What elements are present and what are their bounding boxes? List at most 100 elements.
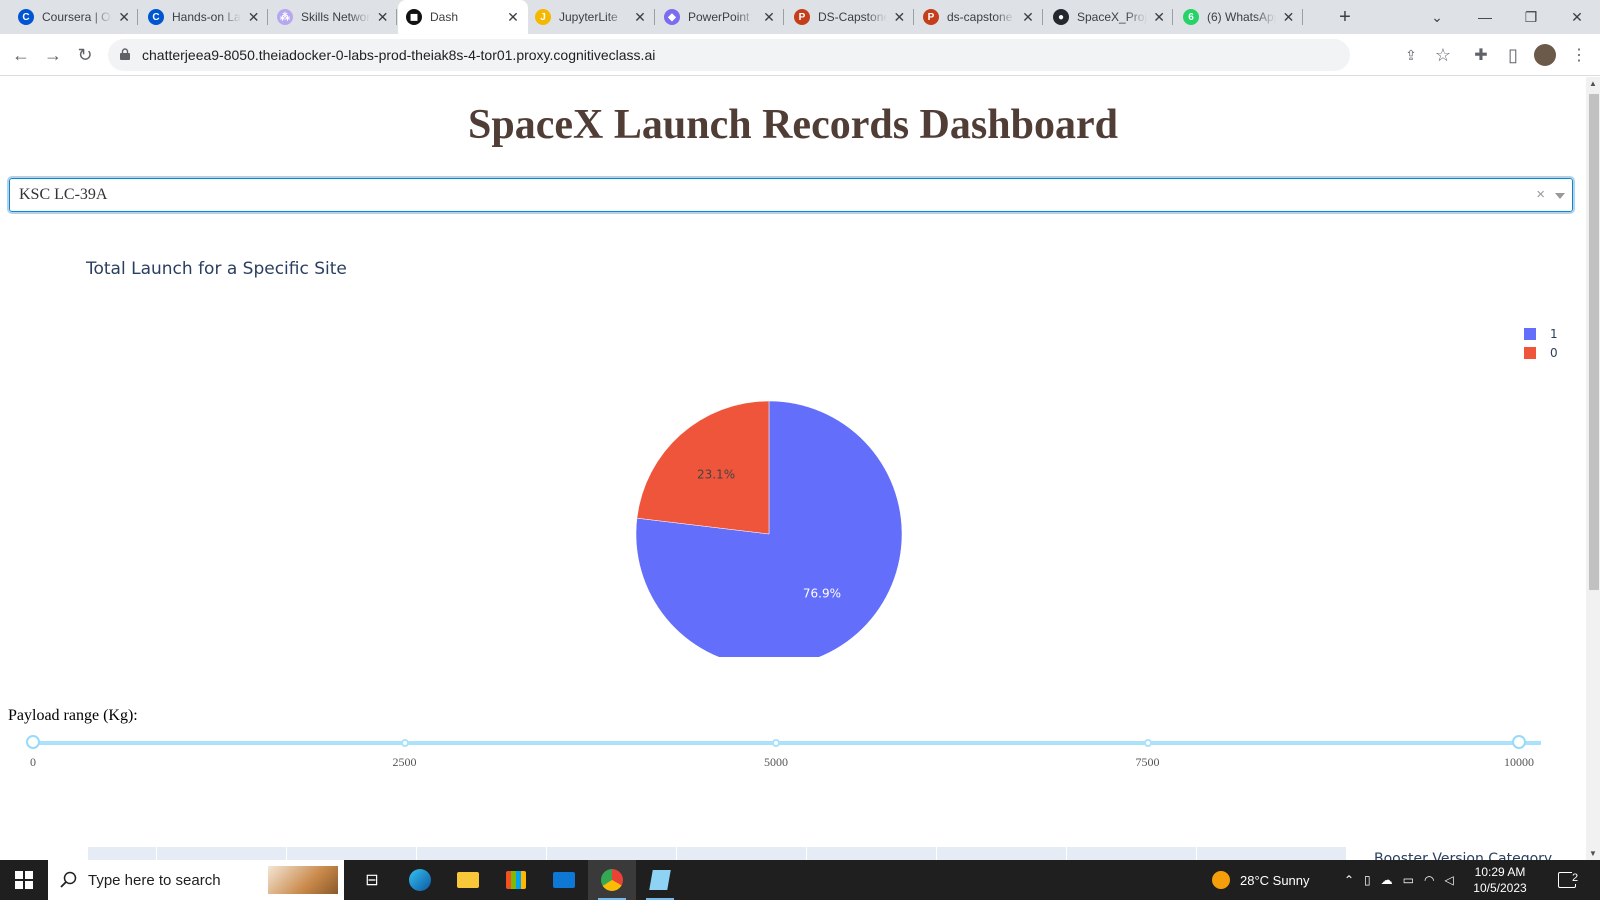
- slider-max-handle[interactable]: [1512, 735, 1526, 749]
- task-view-icon[interactable]: ⊟: [348, 860, 396, 900]
- close-tab-icon[interactable]: ✕: [506, 9, 520, 26]
- browser-tab[interactable]: J JupyterLite ✕: [527, 0, 655, 34]
- extensions-icon[interactable]: ✚: [1468, 42, 1494, 68]
- scatter-gridline: [546, 847, 547, 860]
- close-tab-icon[interactable]: ✕: [1282, 9, 1295, 26]
- browser-tab[interactable]: P DS-Capstone ✕: [786, 0, 914, 34]
- weather-widget[interactable]: 28°C Sunny: [1212, 860, 1310, 900]
- tab-title: (6) WhatsApp: [1207, 10, 1276, 24]
- side-panel-icon[interactable]: ▯: [1500, 42, 1526, 68]
- scrollbar-thumb[interactable]: [1589, 94, 1599, 590]
- windows-logo-icon: [15, 871, 33, 889]
- slider-mark-label: 0: [30, 755, 36, 769]
- scatter-gridline: [806, 847, 807, 860]
- minimize-button[interactable]: —: [1462, 0, 1508, 34]
- windows-start-button[interactable]: [0, 860, 48, 900]
- coursera-icon: C: [148, 9, 164, 25]
- dash-icon: ◼: [406, 9, 422, 25]
- clear-icon[interactable]: ×: [1536, 186, 1545, 203]
- chart-title: Total Launch for a Specific Site: [86, 259, 347, 279]
- tab-search-button[interactable]: ⌄: [1414, 0, 1460, 34]
- scatter-gridline: [286, 847, 287, 860]
- close-tab-icon[interactable]: ✕: [1021, 9, 1035, 26]
- search-placeholder: Type here to search: [88, 871, 221, 889]
- slider-mark-dot[interactable]: [1143, 739, 1152, 747]
- pie-slice-label-1: 76.9%: [803, 587, 841, 601]
- jupyterlite-icon: J: [535, 9, 551, 25]
- tab-title: Skills Network: [301, 10, 371, 24]
- pdf-icon: P: [923, 9, 939, 25]
- slider-track[interactable]: [33, 741, 1541, 745]
- pdf-icon: P: [794, 9, 810, 25]
- reload-icon[interactable]: ↻: [72, 42, 98, 68]
- page-scrollbar[interactable]: ▲ ▼: [1586, 77, 1600, 860]
- file-explorer-icon[interactable]: [444, 860, 492, 900]
- browser-tab[interactable]: ◆ PowerPoint ✕: [656, 0, 784, 34]
- slider-min-handle[interactable]: [26, 735, 40, 749]
- scatter-gridline: [1196, 847, 1197, 860]
- coursera-icon: C: [18, 9, 34, 25]
- browser-tab[interactable]: 6 (6) WhatsApp ✕: [1175, 0, 1303, 34]
- scatter-gridline: [416, 847, 417, 860]
- legend-item-0[interactable]: 0: [1524, 346, 1558, 360]
- system-tray-icons[interactable]: ⌃▯☁▭◠◁: [1344, 860, 1464, 900]
- close-tab-icon[interactable]: ✕: [893, 9, 906, 26]
- payload-range-slider[interactable]: 0 2500 5000 7500 10000: [0, 727, 1586, 777]
- chevron-down-icon[interactable]: [1555, 193, 1565, 199]
- slider-mark-dot[interactable]: [400, 739, 409, 747]
- notifications-button[interactable]: 2: [1558, 860, 1579, 900]
- notepad-icon[interactable]: [636, 860, 684, 900]
- browser-tab[interactable]: ⁂ Skills Network ✕: [269, 0, 397, 34]
- close-tab-icon[interactable]: ✕: [247, 9, 260, 26]
- legend-swatch-1: [1524, 328, 1536, 340]
- browser-tab[interactable]: Pds-capstone ✕: [915, 0, 1043, 34]
- chrome-icon[interactable]: [588, 860, 636, 900]
- scatter-gridline: [676, 847, 677, 860]
- address-bar[interactable]: chatterjeea9-8050.theiadocker-0-labs-pro…: [108, 39, 1350, 71]
- tab-title: Dash: [430, 10, 459, 24]
- close-tab-icon[interactable]: ✕: [762, 9, 776, 26]
- page-title: SpaceX Launch Records Dashboard: [468, 102, 1118, 148]
- back-icon[interactable]: ←: [8, 42, 34, 68]
- tab-title: PowerPoint: [688, 10, 750, 24]
- sun-icon: [1212, 871, 1230, 889]
- close-tab-icon[interactable]: ✕: [633, 9, 647, 26]
- tab-title: SpaceX_Project: [1077, 10, 1148, 24]
- slider-mark-label: 10000: [1504, 755, 1534, 769]
- scatter-gridline: [1066, 847, 1067, 860]
- scroll-down-arrow[interactable]: ▼: [1588, 849, 1598, 858]
- launch-site-dropdown[interactable]: KSC LC-39A ×: [8, 177, 1574, 213]
- close-tab-icon[interactable]: ✕: [118, 9, 130, 26]
- tab-title: Coursera | Online Courses: [42, 10, 112, 24]
- new-tab-button[interactable]: +: [1330, 0, 1360, 34]
- mail-icon[interactable]: [540, 860, 588, 900]
- browser-tab-strip: C Coursera | Online Courses ✕ C Hands-on Lab…: [0, 0, 1600, 34]
- restore-button[interactable]: ❐: [1508, 0, 1554, 34]
- close-tab-icon[interactable]: ✕: [1153, 9, 1165, 26]
- clock[interactable]: 10:29 AM 10/5/2023: [1460, 864, 1540, 896]
- scatter-legend-title: Booster Version Category: [1374, 851, 1553, 860]
- avatar[interactable]: [1532, 42, 1558, 68]
- tab-title: JupyterLite: [559, 10, 618, 24]
- taskbar-search-box[interactable]: Type here to search: [48, 860, 344, 900]
- share-icon[interactable]: ⇪: [1398, 42, 1424, 68]
- scroll-up-arrow[interactable]: ▲: [1588, 79, 1598, 88]
- slider-mark-dot[interactable]: [772, 739, 780, 747]
- legend-item-1[interactable]: 1: [1524, 327, 1558, 341]
- slider-mark-label: 5000: [764, 755, 788, 769]
- close-tab-icon[interactable]: ✕: [376, 9, 389, 26]
- edge-icon[interactable]: [396, 860, 444, 900]
- microsoft-store-icon[interactable]: [492, 860, 540, 900]
- close-window-button[interactable]: ✕: [1554, 0, 1600, 34]
- browser-tab[interactable]: ◼ Dash ✕: [398, 0, 528, 34]
- browser-tab[interactable]: ● SpaceX_Project ✕: [1045, 0, 1173, 34]
- bookmark-star-icon[interactable]: ☆: [1430, 42, 1456, 68]
- dash-page: SpaceX Launch Records Dashboard KSC LC-3…: [0, 77, 1586, 860]
- browser-tab[interactable]: C Coursera | Online Courses ✕: [10, 0, 138, 34]
- forward-icon[interactable]: →: [40, 42, 66, 68]
- clock-date: 10/5/2023: [1473, 881, 1527, 895]
- menu-icon[interactable]: ⋮: [1566, 42, 1592, 68]
- tab-title: Hands-on Lab: [172, 10, 242, 24]
- browser-toolbar: ← → ↻ chatterjeea9-8050.theiadocker-0-la…: [0, 34, 1600, 76]
- browser-tab[interactable]: C Hands-on Lab ✕: [140, 0, 268, 34]
